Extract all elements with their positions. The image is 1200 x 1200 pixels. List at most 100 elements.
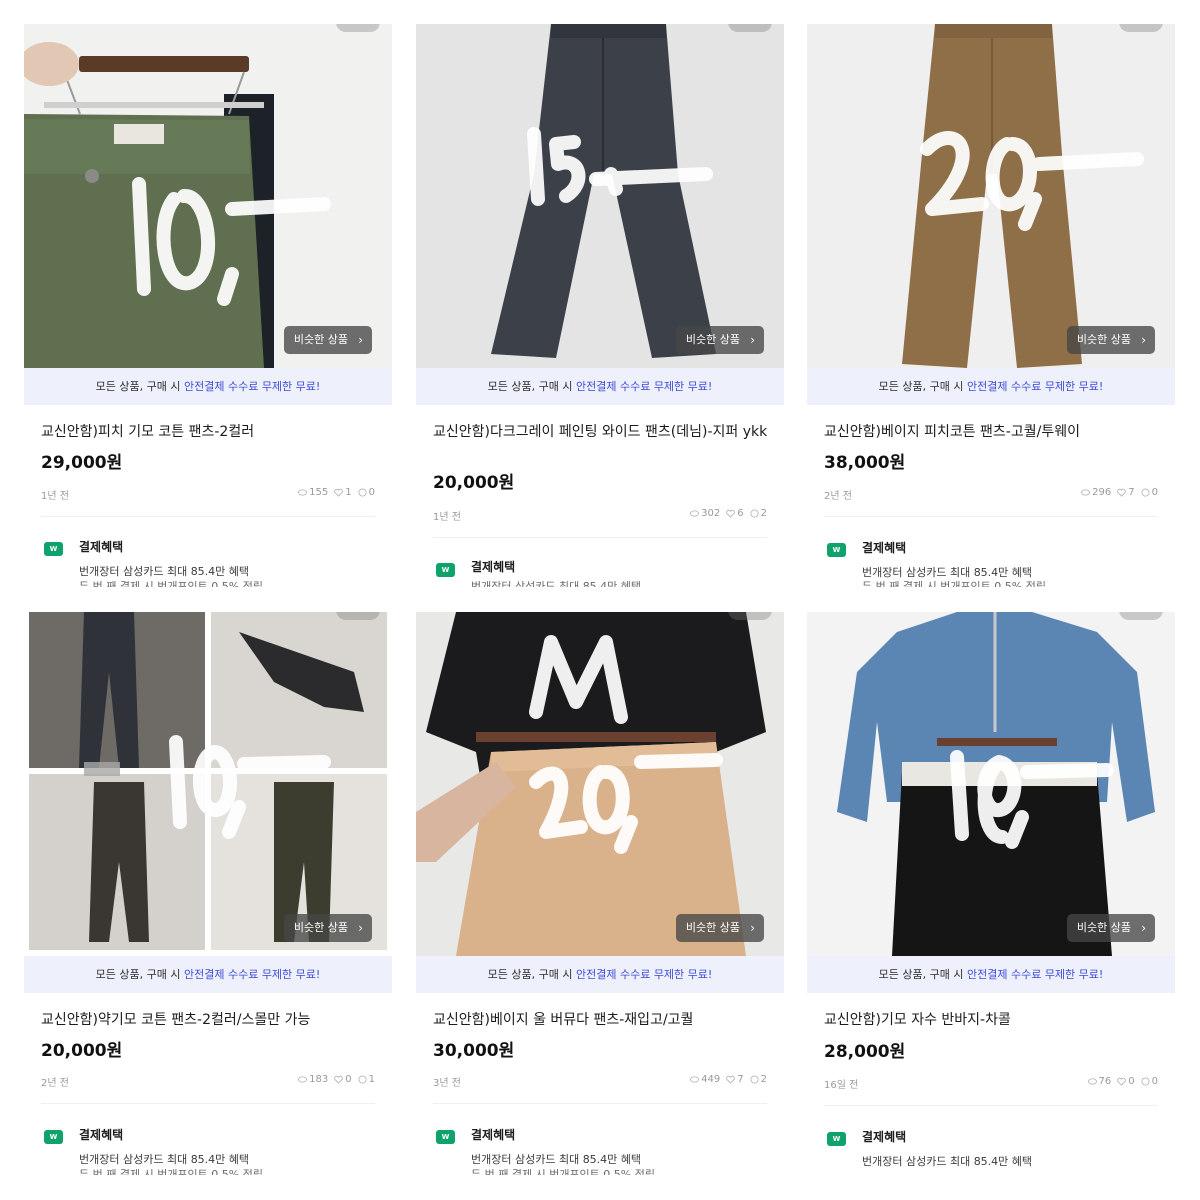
similar-products-label: 비슷한 상품 <box>293 333 348 346</box>
benefit-description: 번개장터 삼성카드 최대 85.4만 혜택 <box>862 566 1033 579</box>
product-card[interactable]: 비슷한 상품 › 모든 상품, 구매 시 안전결제 수수료 무제한 무료! 교신… <box>416 24 784 587</box>
safe-payment-highlight: 안전결제 수수료 무제한 무료! <box>966 380 1104 393</box>
product-image-shorts-sweatshirt <box>807 612 1175 956</box>
benefit-title: 결제혜택 <box>471 1128 516 1142</box>
similar-products-button[interactable]: 비슷한 상품 › <box>675 914 764 942</box>
benefit-title: 결제혜택 <box>79 540 124 554</box>
view-icon <box>1081 489 1091 496</box>
view-icon <box>690 510 700 517</box>
pay-logo-icon: W <box>44 542 63 556</box>
product-photo[interactable]: 비슷한 상품 › <box>416 612 784 956</box>
product-price: 20,000원 <box>41 1041 123 1061</box>
chat-count: 0 <box>1151 487 1158 498</box>
image-pager <box>728 24 772 32</box>
view-count: 76 <box>1098 1076 1112 1087</box>
safe-payment-banner[interactable]: 모든 상품, 구매 시 안전결제 수수료 무제한 무료! <box>24 956 392 993</box>
safe-payment-banner[interactable]: 모든 상품, 구매 시 안전결제 수수료 무제한 무료! <box>807 956 1175 993</box>
product-title[interactable]: 교신안함)베이지 피치코튼 팬츠-고퀄/투웨이 <box>824 422 1164 442</box>
product-card[interactable]: 비슷한 상품 › 모든 상품, 구매 시 안전결제 수수료 무제한 무료! 교신… <box>24 612 392 1175</box>
divider <box>433 537 767 538</box>
benefit-title: 결제혜택 <box>471 560 516 574</box>
product-photo[interactable]: 비슷한 상품 › <box>416 24 784 368</box>
benefit-next-line: 두 번 째 결제 시 번개포인트 0.5% 적립 <box>79 1169 263 1175</box>
safe-payment-banner[interactable]: 모든 상품, 구매 시 안전결제 수수료 무제한 무료! <box>416 368 784 405</box>
product-price: 38,000원 <box>824 453 906 473</box>
heart-icon <box>334 488 344 497</box>
product-card[interactable]: 비슷한 상품 › 모든 상품, 구매 시 안전결제 수수료 무제한 무료! 교신… <box>807 24 1175 587</box>
like-count: 0 <box>345 1074 352 1085</box>
pay-logo-icon: W <box>827 1132 846 1146</box>
divider <box>41 1103 375 1104</box>
view-icon <box>298 489 308 496</box>
chat-icon <box>358 488 367 497</box>
similar-products-label: 비슷한 상품 <box>293 921 348 934</box>
safe-payment-prefix: 모든 상품, 구매 시 <box>878 380 967 393</box>
image-pager <box>1119 24 1163 32</box>
safe-payment-banner[interactable]: 모든 상품, 구매 시 안전결제 수수료 무제한 무료! <box>807 368 1175 405</box>
chat-count: 2 <box>760 508 767 519</box>
similar-products-button[interactable]: 비슷한 상품 › <box>1066 326 1155 354</box>
chevron-right-icon: › <box>358 921 363 935</box>
chat-icon <box>750 1075 759 1084</box>
product-meta: 1년 전 302 6 2 <box>433 508 767 523</box>
safe-payment-prefix: 모든 상품, 구매 시 <box>487 968 576 981</box>
benefit-description: 번개장터 삼성카드 최대 85.4만 혜택 <box>471 1153 642 1166</box>
heart-icon <box>334 1075 344 1084</box>
like-count: 7 <box>737 1074 744 1085</box>
like-count: 6 <box>737 508 744 519</box>
heart-icon <box>726 1075 736 1084</box>
view-icon <box>1087 1078 1097 1085</box>
product-image-beige-shorts <box>416 612 784 956</box>
chevron-right-icon: › <box>1141 921 1146 935</box>
product-photo[interactable]: 비슷한 상품 › <box>24 24 392 368</box>
product-title[interactable]: 교신안함)피치 기모 코튼 팬츠-2컬러 <box>41 422 381 442</box>
similar-products-button[interactable]: 비슷한 상품 › <box>675 326 764 354</box>
benefit-next-line: 두 번 째 결제 시 번개포인트 0.5% 적립 <box>862 581 1046 587</box>
pay-logo-icon: W <box>44 1130 63 1144</box>
safe-payment-prefix: 모든 상품, 구매 시 <box>95 968 184 981</box>
image-pager <box>1119 612 1163 620</box>
image-pager <box>336 612 380 620</box>
product-title[interactable]: 교신안함)약기모 코튼 팬츠-2컬러/스몰만 가능 <box>41 1010 381 1030</box>
divider <box>824 1105 1158 1106</box>
like-count: 7 <box>1128 487 1135 498</box>
product-title[interactable]: 교신안함)다크그레이 페인팅 와이드 팬츠(데님)-지퍼 ykk <box>433 422 773 442</box>
posted-time: 1년 전 <box>41 491 69 502</box>
product-image-beige-pants <box>807 24 1175 368</box>
safe-payment-banner[interactable]: 모든 상품, 구매 시 안전결제 수수료 무제한 무료! <box>416 956 784 993</box>
chat-icon <box>358 1075 367 1084</box>
chat-count: 0 <box>1151 1076 1158 1087</box>
product-meta: 2년 전 183 0 1 <box>41 1074 375 1089</box>
posted-time: 1년 전 <box>433 512 461 523</box>
safe-payment-highlight: 안전결제 수수료 무제한 무료! <box>966 968 1104 981</box>
safe-payment-highlight: 안전결제 수수료 무제한 무료! <box>183 968 321 981</box>
product-card[interactable]: 비슷한 상품 › 모든 상품, 구매 시 안전결제 수수료 무제한 무료! 교신… <box>24 24 392 587</box>
similar-products-button[interactable]: 비슷한 상품 › <box>283 914 372 942</box>
chat-icon <box>1141 1077 1150 1086</box>
product-meta: 16일 전 76 0 0 <box>824 1076 1158 1091</box>
chevron-right-icon: › <box>750 333 755 347</box>
product-card[interactable]: 비슷한 상품 › 모든 상품, 구매 시 안전결제 수수료 무제한 무료! 교신… <box>807 612 1175 1175</box>
product-price: 20,000원 <box>433 473 515 493</box>
product-title[interactable]: 교신안함)기모 자수 반바지-차콜 <box>824 1010 1164 1030</box>
chat-count: 1 <box>368 1074 375 1085</box>
view-count: 155 <box>309 487 329 498</box>
similar-products-button[interactable]: 비슷한 상품 › <box>283 326 372 354</box>
product-card[interactable]: 비슷한 상품 › 모든 상품, 구매 시 안전결제 수수료 무제한 무료! 교신… <box>416 612 784 1175</box>
image-pager <box>336 24 380 32</box>
product-photo[interactable]: 비슷한 상품 › <box>807 612 1175 956</box>
product-title[interactable]: 교신안함)베이지 울 버뮤다 팬츠-재입고/고퀄 <box>433 1010 773 1030</box>
safe-payment-prefix: 모든 상품, 구매 시 <box>95 380 184 393</box>
benefit-title: 결제혜택 <box>862 541 907 555</box>
view-count: 449 <box>701 1074 721 1085</box>
product-price: 29,000원 <box>41 453 123 473</box>
safe-payment-highlight: 안전결제 수수료 무제한 무료! <box>183 380 321 393</box>
similar-products-button[interactable]: 비슷한 상품 › <box>1066 914 1155 942</box>
product-meta: 3년 전 449 7 2 <box>433 1074 767 1089</box>
similar-products-label: 비슷한 상품 <box>1076 333 1131 346</box>
posted-time: 16일 전 <box>824 1080 859 1091</box>
product-photo[interactable]: 비슷한 상품 › <box>24 612 392 956</box>
benefit-next-line: 번개장터 삼성카드 최대 85.4만 혜택 <box>471 581 641 587</box>
safe-payment-banner[interactable]: 모든 상품, 구매 시 안전결제 수수료 무제한 무료! <box>24 368 392 405</box>
product-photo[interactable]: 비슷한 상품 › <box>807 24 1175 368</box>
